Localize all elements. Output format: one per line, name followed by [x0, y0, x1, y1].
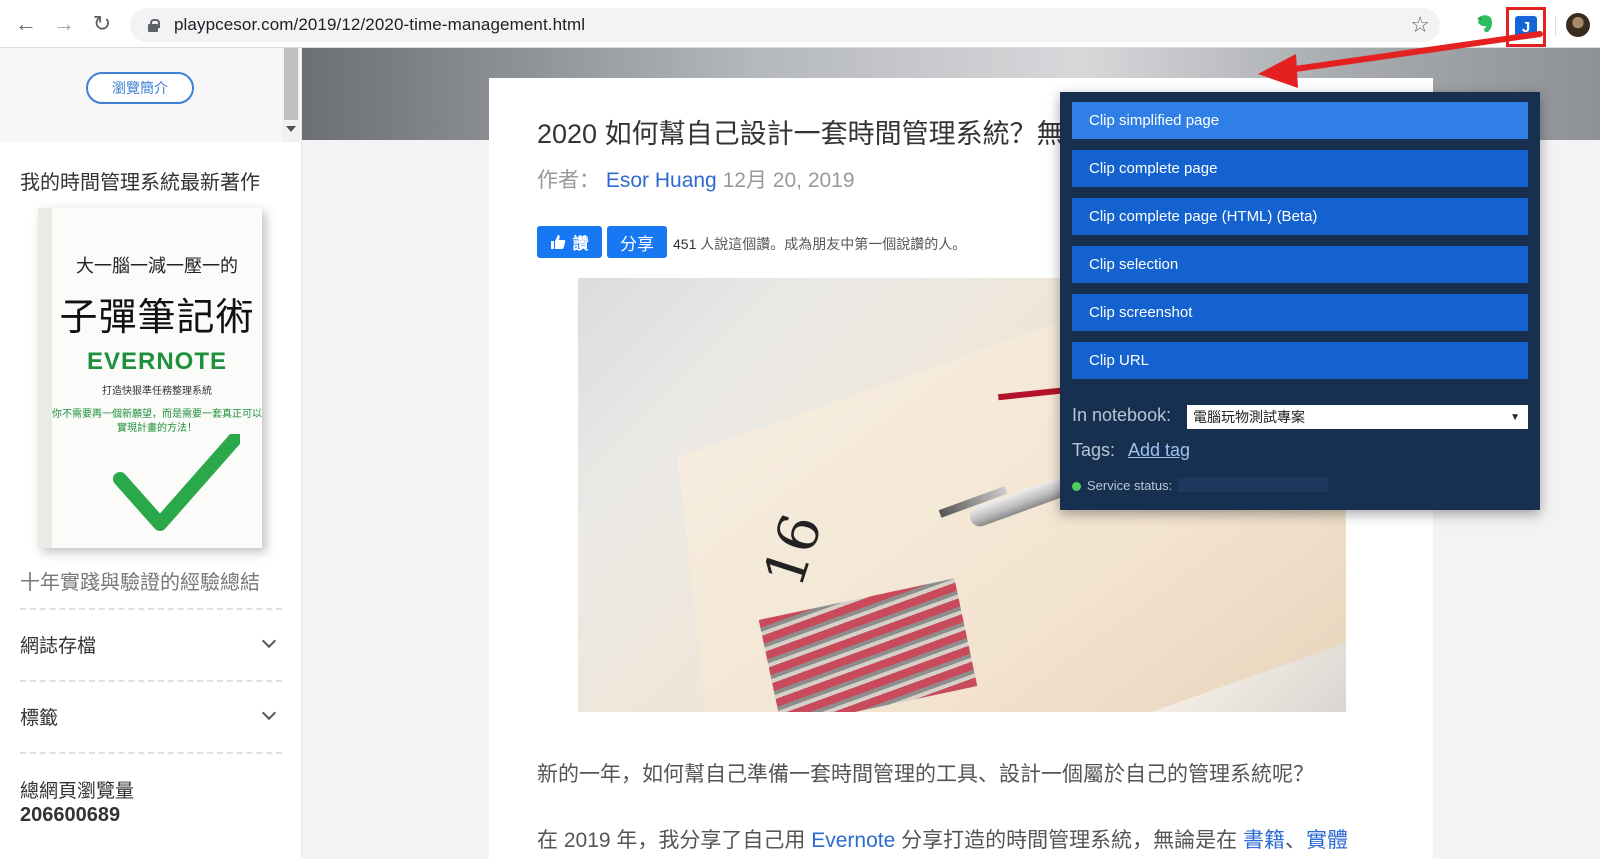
service-status-label: Service status:	[1087, 478, 1173, 493]
article-paragraph: 在 2019 年，我分享了自己用 Evernote 分享打造的時間管理系統，無論…	[537, 824, 1348, 854]
dropdown-caret-icon: ▼	[1510, 411, 1520, 423]
facebook-share-button[interactable]: 分享	[607, 226, 667, 258]
author-link[interactable]: Esor Huang	[606, 169, 717, 192]
thumbs-up-icon	[551, 235, 566, 249]
divider	[20, 752, 282, 754]
byline-prefix: 作者：	[537, 169, 600, 192]
book-blurb: 你不需要再一個新願望，而是需要一套真正可以實現計畫的方法！	[52, 409, 262, 434]
article-paragraph: 新的一年，如何幫自己準備一套時間管理的工具、設計一個屬於自己的管理系統呢？	[537, 763, 1314, 786]
chevron-down-icon	[261, 705, 277, 721]
book-title: 子彈筆記術	[59, 297, 255, 339]
tags-label: Tags:	[1072, 440, 1116, 460]
sidebar-item-labels[interactable]: 標籤	[20, 696, 282, 736]
sidebar: 瀏覽簡介 我的時間管理系統最新著作 大腦減壓的子彈筆記術 用EVERNOTE 大…	[0, 48, 302, 859]
clip-selection-button[interactable]: Clip selection	[1072, 246, 1528, 283]
paragraph-text: 、	[1284, 829, 1306, 852]
sidebar-profile-area: 瀏覽簡介	[0, 48, 282, 142]
status-dot-icon	[1072, 482, 1081, 491]
notebook-label: In notebook:	[1072, 405, 1172, 425]
clip-complete-page-html-button[interactable]: Clip complete page (HTML) (Beta)	[1072, 198, 1528, 235]
toolbar-divider	[1555, 16, 1556, 36]
like-text: 人說這個讚。成為朋友中第一個說讚的人。	[700, 236, 967, 252]
scroll-down-arrow-icon[interactable]	[286, 126, 296, 132]
notebook-value: 電腦玩物測試專案	[1193, 409, 1305, 425]
scrollbar-thumb[interactable]	[284, 48, 298, 120]
book-tagline: 打造快狠準任務整理系統	[102, 386, 212, 397]
lock-icon	[146, 18, 160, 32]
like-count: 451	[673, 236, 697, 252]
book-brand: EVERNOTE	[86, 348, 228, 375]
browse-profile-button[interactable]: 瀏覽簡介	[86, 72, 194, 104]
pageviews-count: 206600689	[20, 804, 121, 826]
sidebar-item-label: 標籤	[20, 707, 59, 729]
url-text[interactable]: playpcesor.com/2019/12/2020-time-managem…	[174, 15, 585, 35]
web-page: 瀏覽簡介 我的時間管理系統最新著作 大腦減壓的子彈筆記術 用EVERNOTE 大…	[0, 48, 1600, 859]
divider	[20, 680, 282, 682]
add-tag-link[interactable]: Add tag	[1128, 440, 1190, 461]
forward-icon[interactable]: →	[50, 10, 78, 38]
clip-url-button[interactable]: Clip URL	[1072, 342, 1528, 379]
back-icon[interactable]: ←	[12, 10, 40, 38]
paragraph-text: 在 2019 年，我分享了自己用	[537, 829, 806, 852]
web-clipper-popup: Clip simplified page Clip complete page …	[1060, 92, 1540, 510]
service-status-value-redacted	[1178, 478, 1328, 492]
post-date: 12月 20, 2019	[722, 169, 855, 192]
book-spine: 大腦減壓的子彈筆記術 用EVERNOTE	[39, 218, 49, 370]
sidebar-item-archive[interactable]: 網誌存檔	[20, 624, 282, 664]
pageviews-label: 總網頁瀏覽量	[20, 781, 135, 802]
sidebar-heading: 我的時間管理系統最新著作	[20, 172, 260, 194]
clip-simplified-page-button[interactable]: Clip simplified page	[1072, 102, 1528, 139]
notebook-select[interactable]: 電腦玩物測試專案 ▼	[1187, 405, 1528, 429]
book-caption: 十年實踐與驗證的經驗總結	[20, 572, 260, 594]
profile-avatar[interactable]	[1566, 13, 1590, 37]
book-cover[interactable]: 大腦減壓的子彈筆記術 用EVERNOTE 大一腦一減一壓一的 子彈筆記術 EVE…	[38, 208, 262, 548]
article-title: 2020 如何幫自己設計一套時間管理系統？無	[537, 119, 1064, 149]
clip-complete-page-button[interactable]: Clip complete page	[1072, 150, 1528, 187]
like-label: 讚	[572, 236, 589, 253]
sidebar-item-label: 網誌存檔	[20, 635, 97, 657]
checkmark-icon	[113, 434, 240, 531]
facebook-like-button[interactable]: 讚	[537, 226, 602, 258]
chevron-down-icon	[261, 633, 277, 649]
byline: 作者： Esor Huang 12月 20, 2019	[537, 164, 855, 194]
books-link[interactable]: 書籍	[1243, 829, 1285, 852]
physical-link[interactable]: 實體	[1306, 829, 1348, 852]
reload-icon[interactable]: ↻	[88, 10, 116, 38]
book-subtitle: 大一腦一減一壓一的	[76, 256, 238, 276]
paragraph-text: 分享打造的時間管理系統，無論是在	[901, 829, 1238, 852]
like-count-text: 451 人說這個讚。成為朋友中第一個說讚的人。	[673, 234, 966, 254]
annotation-arrow-icon	[1258, 31, 1543, 88]
divider	[20, 608, 282, 610]
address-bar[interactable]: playpcesor.com/2019/12/2020-time-managem…	[130, 8, 1440, 42]
evernote-link[interactable]: Evernote	[811, 829, 895, 852]
clip-screenshot-button[interactable]: Clip screenshot	[1072, 294, 1528, 331]
